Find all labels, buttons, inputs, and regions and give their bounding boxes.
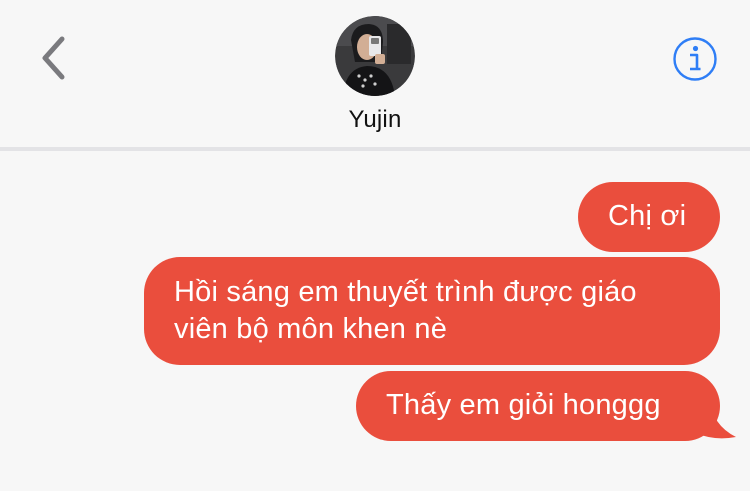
- contact-name[interactable]: Yujin: [0, 106, 750, 134]
- info-circle-icon: [673, 37, 717, 81]
- chat-screen: Yujin Chị ơi Hồi sáng em thuyết trình đư…: [0, 0, 750, 491]
- back-button[interactable]: [30, 30, 76, 86]
- message-bubble-sent[interactable]: Thấy em giỏi honggg: [356, 371, 720, 441]
- conversation-header: Yujin: [0, 0, 750, 147]
- chevron-left-icon: [42, 36, 65, 80]
- info-button[interactable]: [672, 36, 718, 82]
- message-list: Chị ơi Hồi sáng em thuyết trình được giá…: [0, 151, 750, 491]
- contact-avatar[interactable]: [335, 16, 415, 96]
- avatar-photo: [335, 16, 415, 96]
- message-bubble-sent[interactable]: Chị ơi: [578, 182, 720, 252]
- message-bubble-sent[interactable]: Hồi sáng em thuyết trình được giáo viên …: [144, 257, 720, 365]
